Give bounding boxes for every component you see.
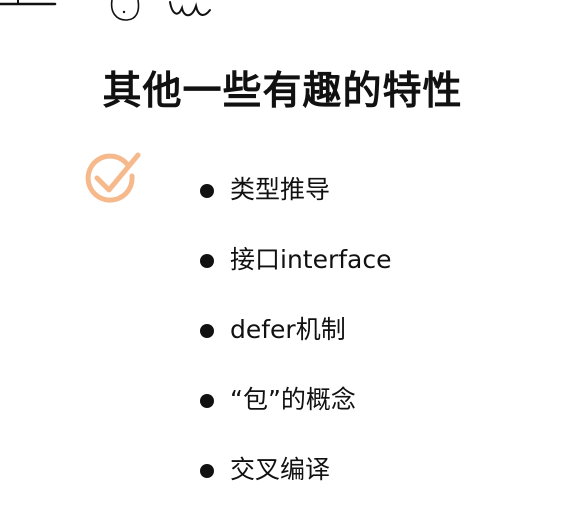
list-item: 交叉编译 (200, 448, 392, 518)
feature-label: 接口interface (230, 245, 392, 274)
list-item: “包”的概念 (200, 378, 392, 448)
bullet-icon (200, 184, 214, 198)
list-item: 类型推导 (200, 168, 392, 238)
slide-title: 其他一些有趣的特性 (102, 69, 463, 114)
feature-list: 类型推导 接口interface defer机制 “包”的概念 交叉编译 (200, 168, 392, 518)
list-item: 接口interface (200, 238, 392, 308)
hand-drawn-doodle (0, 0, 211, 21)
feature-label: 交叉编译 (230, 455, 331, 484)
bullet-icon (200, 464, 214, 478)
bullet-icon (200, 394, 214, 408)
bullet-icon (200, 324, 214, 338)
feature-label: defer机制 (230, 315, 346, 344)
feature-label: 类型推导 (230, 175, 331, 204)
check-circle-icon (85, 152, 141, 203)
feature-label: “包”的概念 (230, 385, 356, 414)
bullet-icon (200, 254, 214, 268)
list-item: defer机制 (200, 308, 392, 378)
